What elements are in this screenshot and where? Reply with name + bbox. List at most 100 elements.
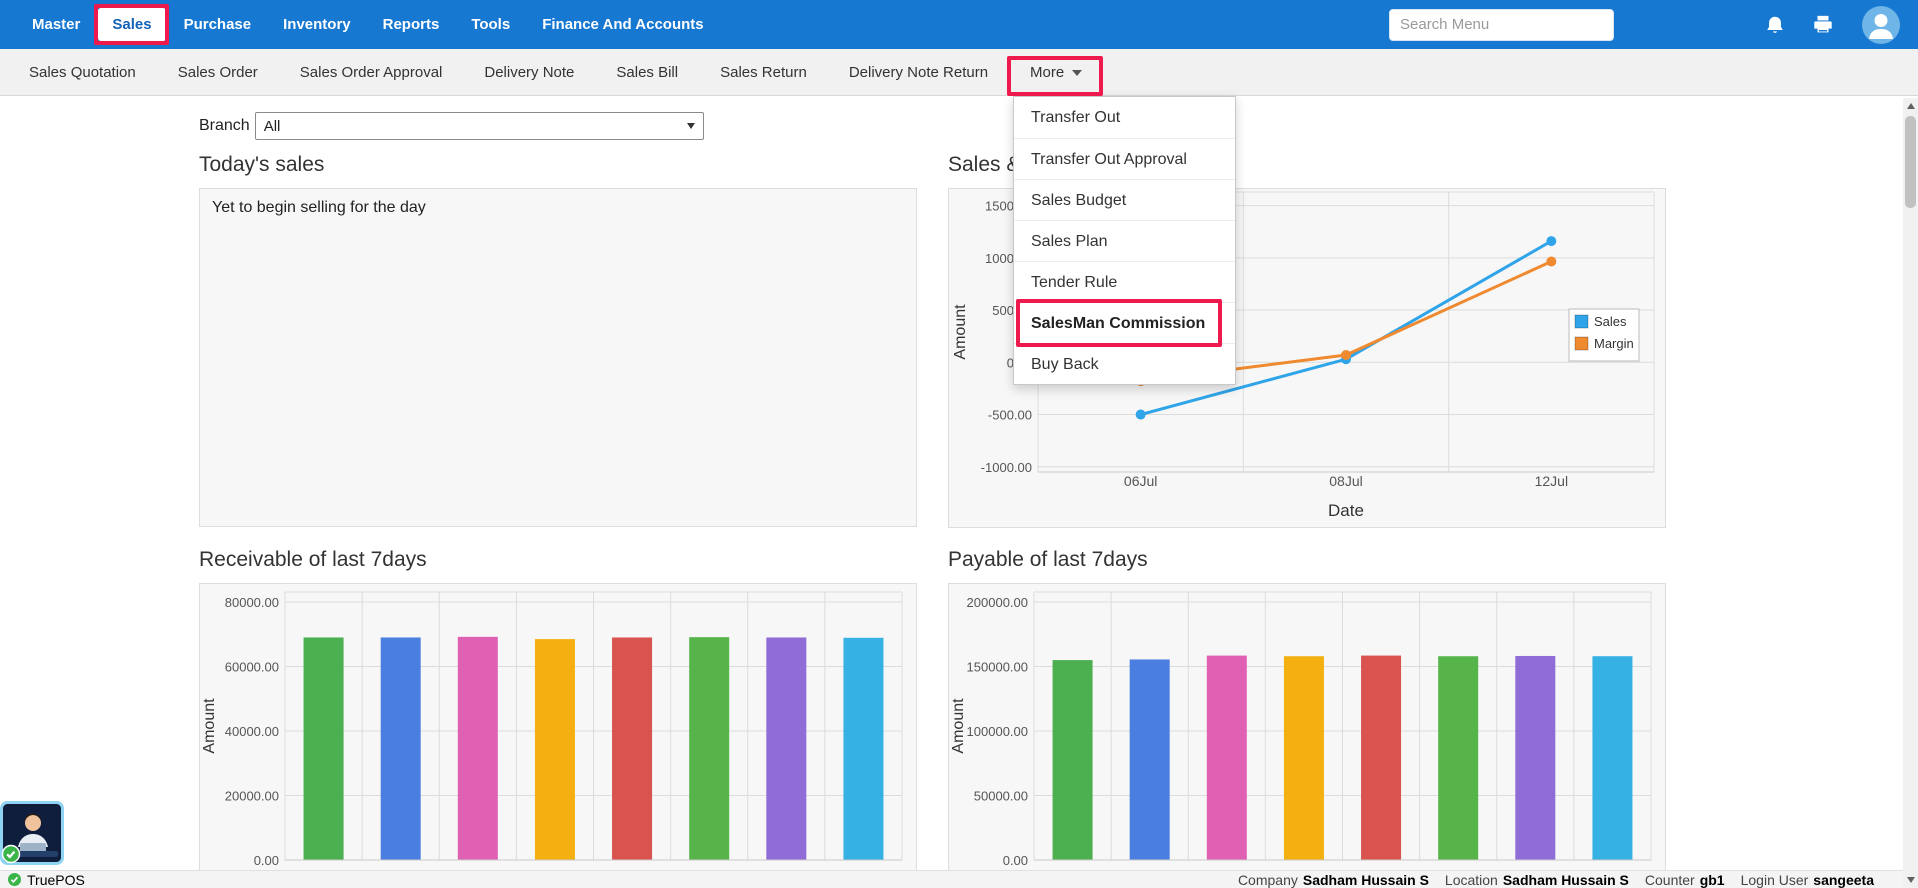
subnav-item-label: Delivery Note — [484, 64, 574, 81]
subnav-item-label: Sales Return — [720, 64, 807, 81]
scrollbar-thumb[interactable] — [1905, 116, 1916, 208]
svg-text:80000.00: 80000.00 — [225, 595, 279, 610]
bar — [1361, 656, 1401, 860]
scroll-down-icon — [1907, 877, 1915, 883]
chevron-down-icon — [1072, 70, 1082, 76]
today-sales-title: Today's sales — [199, 153, 324, 177]
menu-item-salesman-commission[interactable]: SalesMan Commission — [1014, 302, 1235, 343]
subnav-item-sales-order-approval[interactable]: Sales Order Approval — [279, 49, 464, 95]
bar — [1130, 659, 1170, 860]
bar — [1284, 656, 1324, 860]
subnav-item-sales-return[interactable]: Sales Return — [699, 49, 828, 95]
subnav-item-label: Delivery Note Return — [849, 64, 988, 81]
notifications-bell-icon[interactable] — [1764, 13, 1786, 37]
bar — [535, 639, 575, 860]
receivable-title: Receivable of last 7days — [199, 548, 427, 572]
receivable-chart: 0.00 20000.00 40000.00 60000.00 80000.00 Amou… — [200, 584, 916, 887]
subnav-item-delivery-note-return[interactable]: Delivery Note Return — [828, 49, 1009, 95]
svg-text:60000.00: 60000.00 — [225, 659, 279, 674]
subnav-item-sales-bill[interactable]: Sales Bill — [595, 49, 699, 95]
payable-title: Payable of last 7days — [948, 548, 1148, 572]
search-input[interactable] — [1389, 9, 1614, 41]
svg-text:0.00: 0.00 — [1003, 853, 1028, 868]
bar — [1592, 656, 1632, 860]
subnav-item-label: Sales Quotation — [29, 64, 136, 81]
svg-text:Amount: Amount — [950, 698, 967, 754]
brand-name: TruePOS — [27, 872, 85, 888]
subnav-item-label: Sales Order — [178, 64, 258, 81]
menu-item-tender-rule[interactable]: Tender Rule — [1014, 261, 1235, 302]
svg-text:Amount: Amount — [201, 698, 218, 754]
subnav-item-sales-order[interactable]: Sales Order — [157, 49, 279, 95]
svg-text:100000.00: 100000.00 — [967, 724, 1028, 739]
top-nav: MasterSalesPurchaseInventoryReportsTools… — [0, 0, 1918, 49]
receivable-panel: 0.00 20000.00 40000.00 60000.00 80000.00 Amou… — [199, 583, 917, 888]
top-nav-item-reports[interactable]: Reports — [369, 8, 454, 41]
svg-text:150000.00: 150000.00 — [967, 660, 1028, 675]
subnav-item-label: Sales Order Approval — [300, 64, 443, 81]
svg-text:20000.00: 20000.00 — [225, 788, 279, 803]
branch-select[interactable]: All — [255, 112, 704, 140]
menu-item-transfer-out-approval[interactable]: Transfer Out Approval — [1014, 138, 1235, 179]
bar — [1207, 656, 1247, 860]
svg-text:40000.00: 40000.00 — [225, 724, 279, 739]
bar — [1515, 656, 1555, 860]
svg-text:Sales: Sales — [1594, 314, 1627, 329]
branch-select-wrap: All — [255, 112, 704, 140]
svg-text:200000.00: 200000.00 — [967, 595, 1028, 610]
branch-label: Branch — [199, 117, 250, 135]
print-icon[interactable] — [1811, 14, 1835, 36]
bar — [304, 637, 344, 860]
sub-nav-menu: Sales Quotation Sales Order Sales Order Ap… — [8, 49, 1103, 95]
top-nav-item-purchase[interactable]: Purchase — [170, 8, 266, 41]
status-counter: Countergb1 — [1645, 872, 1725, 888]
bar — [689, 637, 729, 860]
menu-item-sales-budget[interactable]: Sales Budget — [1014, 179, 1235, 220]
menu-item-sales-plan[interactable]: Sales Plan — [1014, 220, 1235, 261]
top-nav-item-sales[interactable]: Sales — [98, 8, 165, 41]
subnav-item-sales-quotation[interactable]: Sales Quotation — [8, 49, 157, 95]
subnav-item-more[interactable]: More — [1009, 49, 1103, 95]
status-bar-right: CompanySadham Hussain S LocationSadham Hu… — [1238, 872, 1918, 888]
subnav-item-delivery-note[interactable]: Delivery Note — [463, 49, 595, 95]
subnav-item-label: Sales Bill — [616, 64, 678, 81]
truepos-logo[interactable] — [0, 801, 64, 865]
footer-brand: TruePOS — [0, 872, 85, 888]
svg-text:Margin: Margin — [1594, 336, 1634, 351]
scrollbar[interactable] — [1903, 98, 1918, 888]
top-nav-item-tools[interactable]: Tools — [457, 8, 524, 41]
check-icon — [8, 873, 21, 886]
svg-text:08Jul: 08Jul — [1329, 473, 1362, 489]
svg-text:06Jul: 06Jul — [1124, 473, 1157, 489]
scroll-down-button[interactable] — [1903, 872, 1918, 888]
svg-text:-500.00: -500.00 — [988, 408, 1032, 423]
svg-text:50000.00: 50000.00 — [974, 789, 1028, 804]
menu-item-transfer-out[interactable]: Transfer Out — [1014, 97, 1235, 138]
payable-chart: 0.00 50000.00 100000.00 150000.00 200000.00 A… — [949, 584, 1665, 887]
bar — [612, 637, 652, 860]
top-nav-item-master[interactable]: Master — [18, 8, 94, 41]
status-company: CompanySadham Hussain S — [1238, 872, 1429, 888]
bar — [1438, 656, 1478, 860]
bar — [458, 637, 498, 860]
subnav-item-label: More — [1030, 64, 1064, 81]
bar — [766, 637, 806, 860]
bar — [1053, 660, 1093, 860]
bar — [843, 638, 883, 860]
top-nav-item-inventory[interactable]: Inventory — [269, 8, 365, 41]
sub-nav: Sales Quotation Sales Order Sales Order Ap… — [0, 49, 1918, 96]
scroll-up-button[interactable] — [1903, 98, 1918, 114]
today-sales-message: Yet to begin selling for the day — [200, 189, 916, 227]
user-avatar[interactable] — [1862, 6, 1900, 44]
svg-text:Date: Date — [1328, 501, 1364, 520]
top-nav-right — [1389, 6, 1918, 44]
svg-text:12Jul: 12Jul — [1535, 473, 1568, 489]
svg-text:0.00: 0.00 — [254, 853, 279, 868]
today-sales-panel: Yet to begin selling for the day — [199, 188, 917, 527]
menu-item-buy-back[interactable]: Buy Back — [1014, 343, 1235, 384]
top-nav-item-finance-and-accounts[interactable]: Finance And Accounts — [528, 8, 717, 41]
status-location: LocationSadham Hussain S — [1445, 872, 1629, 888]
status-bar: TruePOS CompanySadham Hussain S LocationS… — [0, 870, 1918, 888]
svg-text:Amount: Amount — [952, 304, 969, 360]
bar — [381, 637, 421, 860]
